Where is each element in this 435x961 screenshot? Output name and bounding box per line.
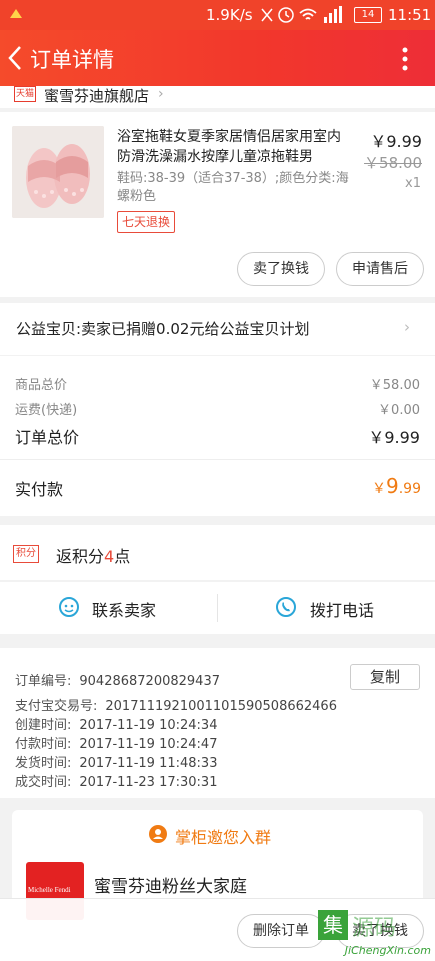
deal-time-row: 成交时间: 2017-11-23 17:30:31	[15, 771, 217, 790]
shipped-time-row: 发货时间: 2017-11-19 11:48:33	[15, 752, 217, 771]
store-row[interactable]: 天猫 蜜雪芬迪旗舰店 ›	[0, 86, 435, 108]
alipay-number-row: 支付宝交易号: 2017111921001101590508662466	[15, 695, 337, 714]
product-card[interactable]: 浴室拖鞋女夏季家居情侣居家用室内防滑洗澡漏水按摩儿童凉拖鞋男 ￥9.99 ￥58…	[0, 112, 435, 297]
order-number-row: 订单编号: 90428687200829437	[15, 670, 220, 689]
paid-time-value: 2017-11-19 10:24:47	[79, 737, 218, 752]
goods-total-row: 商品总价 ￥58.00	[15, 374, 420, 393]
slipper-image-icon	[12, 126, 104, 218]
store-name[interactable]: 蜜雪芬迪旗舰店	[44, 86, 149, 106]
order-total-label: 订单总价	[15, 428, 80, 447]
chevron-right-icon: ›	[404, 318, 410, 336]
alipay-number-value: 2017111921001101590508662466	[105, 699, 337, 714]
shipped-time-value: 2017-11-19 11:48:33	[79, 756, 218, 771]
contact-seller-button[interactable]: 联系卖家	[0, 582, 217, 634]
battery-indicator: 14	[354, 7, 382, 23]
product-thumbnail[interactable]	[12, 126, 104, 218]
return-policy-tag: 七天退换	[117, 211, 176, 233]
app-notification-icon	[10, 9, 22, 18]
call-phone-button[interactable]: 拨打电话	[218, 582, 435, 634]
order-number-value: 90428687200829437	[79, 674, 220, 689]
charity-row[interactable]: 公益宝贝:卖家已捐赠0.02元给公益宝贝计划 ›	[0, 303, 435, 355]
delete-order-button[interactable]: 删除订单	[237, 914, 325, 948]
divider	[0, 459, 435, 460]
bottom-action-bar: 删除订单 卖了换钱	[0, 898, 435, 961]
contact-bar: 联系卖家 拨打电话	[0, 582, 435, 634]
app-header: 订单详情	[0, 30, 435, 86]
phone-icon	[276, 597, 296, 617]
created-time-row: 创建时间: 2017-11-19 10:24:34	[15, 714, 217, 733]
paid-label: 实付款	[15, 480, 64, 499]
chevron-right-icon: ›	[158, 86, 164, 102]
status-bar: 1.9K/s 14 11:51	[0, 0, 435, 30]
chat-icon	[59, 597, 79, 617]
signal-wifi-icon	[261, 6, 342, 23]
group-avatar-text: Michelle Fendi	[28, 886, 71, 894]
deal-time-value: 2017-11-23 17:30:31	[79, 775, 218, 790]
paid-currency: ￥	[372, 481, 386, 497]
alipay-number-label: 支付宝交易号:	[15, 699, 98, 714]
goods-total-label: 商品总价	[15, 378, 68, 393]
paid-decimal: .99	[398, 481, 421, 497]
clock: 11:51	[388, 6, 432, 24]
points-value: 4	[104, 547, 115, 566]
status-icons	[258, 5, 348, 29]
paid-value: ￥9.99	[372, 474, 421, 498]
order-total-row: 订单总价 ￥9.99	[15, 424, 420, 448]
points-text: 返积分4点	[56, 543, 130, 567]
created-time-label: 创建时间:	[15, 718, 72, 733]
product-price: ￥9.99	[370, 132, 422, 151]
aftersale-button[interactable]: 申请售后	[336, 252, 424, 286]
group-name[interactable]: 蜜雪芬迪粉丝大家庭	[94, 872, 247, 897]
shipping-label: 运费(快递)	[15, 403, 78, 418]
product-title[interactable]: 浴室拖鞋女夏季家居情侣居家用室内防滑洗澡漏水按摩儿童凉拖鞋男	[117, 127, 353, 167]
deal-time-label: 成交时间:	[15, 775, 72, 790]
charity-text: 公益宝贝:卖家已捐赠0.02元给公益宝贝计划	[16, 320, 310, 338]
points-row: 积分 返积分4点	[0, 525, 435, 580]
shipping-row: 运费(快递) ￥0.00	[15, 399, 420, 418]
group-chat-icon	[149, 825, 167, 843]
network-speed: 1.9K/s	[206, 6, 253, 24]
created-time-value: 2017-11-19 10:24:34	[79, 718, 218, 733]
resell-button[interactable]: 卖了换钱	[237, 252, 325, 286]
contact-seller-label: 联系卖家	[92, 601, 157, 620]
points-prefix: 返积分	[56, 547, 105, 566]
product-sku: 鞋码:38-39（适合37-38）;颜色分类:海螺粉色	[117, 171, 349, 204]
paid-time-label: 付款时间:	[15, 737, 72, 752]
call-phone-label: 拨打电话	[310, 601, 375, 620]
points-suffix: 点	[114, 547, 131, 566]
page-title: 订单详情	[30, 48, 114, 72]
product-original-price: ￥58.00	[364, 154, 422, 172]
paid-time-row: 付款时间: 2017-11-19 10:24:47	[15, 733, 217, 752]
back-arrow-icon[interactable]	[6, 44, 24, 72]
order-info: 订单编号: 90428687200829437 复制 支付宝交易号: 2017111…	[0, 648, 435, 798]
product-quantity: x1	[405, 176, 421, 191]
paid-integer: 9	[386, 474, 399, 498]
shipped-time-label: 发货时间:	[15, 756, 72, 771]
resell-bottom-button[interactable]: 卖了换钱	[336, 914, 424, 948]
group-invite-title: 掌柜邀您入群	[175, 828, 272, 847]
points-badge: 积分	[13, 545, 39, 563]
goods-total-value: ￥58.00	[369, 378, 420, 393]
order-total-value: ￥9.99	[368, 428, 420, 447]
order-number-label: 订单编号:	[15, 674, 72, 689]
shipping-value: ￥0.00	[378, 403, 420, 418]
more-options-icon[interactable]	[398, 46, 412, 72]
price-summary: 商品总价 ￥58.00 运费(快递) ￥0.00 订单总价 ￥9.99 实付款 …	[0, 356, 435, 516]
copy-button[interactable]: 复制	[350, 664, 420, 690]
tmall-badge: 天猫	[14, 86, 36, 102]
